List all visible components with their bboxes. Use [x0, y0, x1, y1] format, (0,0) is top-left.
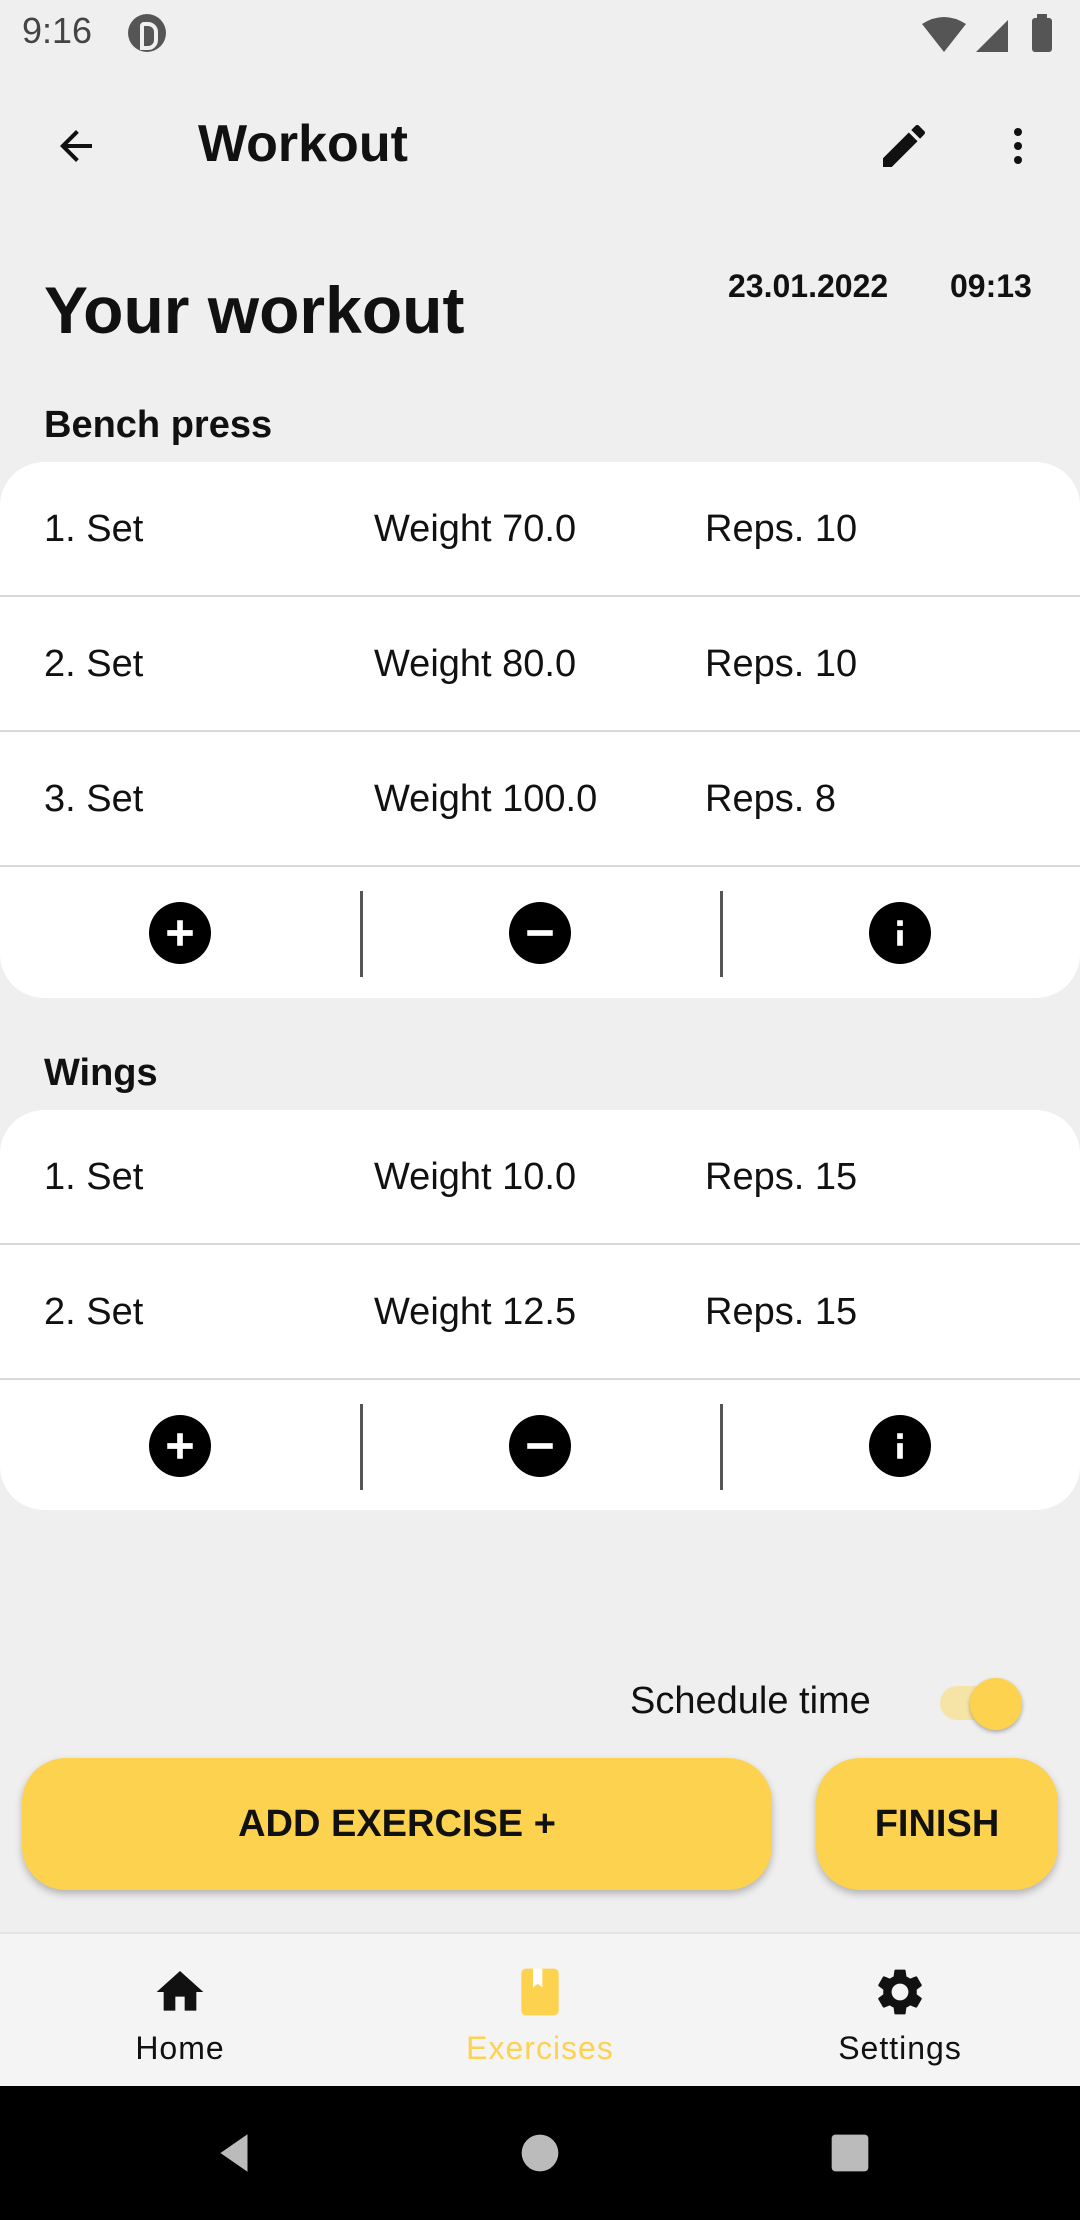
system-recents-button[interactable] — [815, 2118, 885, 2188]
workout-screen: 9:16 Workout Your workout 23.01.2022 09:… — [0, 0, 1080, 2220]
edit-button[interactable] — [868, 110, 940, 182]
status-bar: 9:16 — [0, 0, 1080, 66]
more-options-button[interactable] — [982, 110, 1054, 182]
add-set-button[interactable] — [0, 1380, 360, 1510]
nav-label: Home — [135, 2030, 225, 2066]
workout-time: 09:13 — [950, 268, 1032, 304]
set-label: 3. Set — [44, 778, 144, 820]
bottom-navigation: Home Exercises Settings — [0, 1932, 1080, 2086]
set-row[interactable]: 1. Set Weight 10.0 Reps. 15 — [0, 1110, 1080, 1245]
set-weight: Weight 80.0 — [374, 643, 577, 685]
set-reps: Reps. 10 — [705, 643, 858, 685]
exercise-card-bench-press: 1. Set Weight 70.0 Reps. 10 2. Set Weigh… — [0, 462, 1080, 998]
set-reps: Reps. 15 — [705, 1156, 858, 1198]
back-button[interactable] — [40, 110, 112, 182]
set-weight: Weight 10.0 — [374, 1156, 577, 1198]
exercise-info-button[interactable] — [720, 1380, 1080, 1510]
set-row[interactable]: 2. Set Weight 80.0 Reps. 10 — [0, 597, 1080, 732]
set-label: 1. Set — [44, 1156, 144, 1198]
circle-home-icon — [521, 2134, 559, 2172]
system-home-button[interactable] — [505, 2118, 575, 2188]
nav-item-settings[interactable]: Settings — [720, 1934, 1080, 2086]
signal-icon — [976, 20, 1008, 52]
nav-item-exercises[interactable]: Exercises — [360, 1934, 720, 2086]
remove-set-button[interactable] — [360, 1380, 720, 1510]
remove-set-button[interactable] — [360, 867, 720, 998]
schedule-time-toggle[interactable] — [940, 1678, 1024, 1730]
set-reps: Reps. 8 — [705, 778, 836, 820]
add-circle-icon — [149, 902, 211, 964]
remove-circle-icon — [509, 902, 571, 964]
app-notification-icon — [128, 14, 166, 52]
add-exercise-button[interactable]: ADD EXERCISE + — [22, 1758, 772, 1890]
info-icon — [869, 1415, 931, 1477]
set-label: 2. Set — [44, 1291, 144, 1333]
exercise-card-wings: 1. Set Weight 10.0 Reps. 15 2. Set Weigh… — [0, 1110, 1080, 1510]
workout-date: 23.01.2022 — [728, 268, 889, 304]
nav-item-home[interactable]: Home — [0, 1934, 360, 2086]
exercise-title: Wings — [44, 1052, 158, 1094]
set-weight: Weight 70.0 — [374, 508, 577, 550]
gear-icon — [878, 1969, 922, 2015]
set-weight: Weight 12.5 — [374, 1291, 577, 1333]
set-actions — [0, 867, 1080, 998]
remove-circle-icon — [509, 1415, 571, 1477]
page-title: Your workout — [44, 273, 465, 347]
set-actions — [0, 1380, 1080, 1510]
system-back-button[interactable] — [200, 2118, 270, 2188]
schedule-time-label: Schedule time — [630, 1680, 871, 1722]
square-recents-icon — [831, 2134, 869, 2172]
nav-label: Exercises — [466, 2030, 614, 2066]
exercise-info-button[interactable] — [720, 867, 1080, 998]
triangle-back-icon — [220, 2134, 248, 2172]
status-icons — [922, 14, 1052, 52]
battery-icon — [1032, 18, 1052, 52]
status-time: 9:16 — [22, 10, 93, 51]
finish-button[interactable]: FINISH — [816, 1758, 1058, 1890]
app-title: Workout — [198, 115, 408, 173]
set-label: 1. Set — [44, 508, 144, 550]
app-bar: Workout — [0, 66, 1080, 222]
set-reps: Reps. 10 — [705, 508, 858, 550]
set-row[interactable]: 1. Set Weight 70.0 Reps. 10 — [0, 462, 1080, 597]
info-icon — [869, 902, 931, 964]
arrow-back-icon — [60, 130, 92, 162]
pencil-icon — [883, 124, 926, 167]
set-weight: Weight 100.0 — [374, 778, 598, 820]
bookmark-icon — [521, 1968, 559, 2016]
toggle-thumb — [970, 1678, 1022, 1730]
more-vert-icon — [1014, 128, 1022, 164]
nav-label: Settings — [838, 2030, 962, 2066]
set-row[interactable]: 2. Set Weight 12.5 Reps. 15 — [0, 1245, 1080, 1380]
add-circle-icon — [149, 1415, 211, 1477]
exercise-title: Bench press — [44, 404, 273, 446]
home-icon — [156, 1971, 204, 2011]
wifi-icon — [922, 17, 966, 52]
add-set-button[interactable] — [0, 867, 360, 998]
system-navigation-bar — [0, 2086, 1080, 2220]
set-label: 2. Set — [44, 643, 144, 685]
set-reps: Reps. 15 — [705, 1291, 858, 1333]
set-row[interactable]: 3. Set Weight 100.0 Reps. 8 — [0, 732, 1080, 867]
